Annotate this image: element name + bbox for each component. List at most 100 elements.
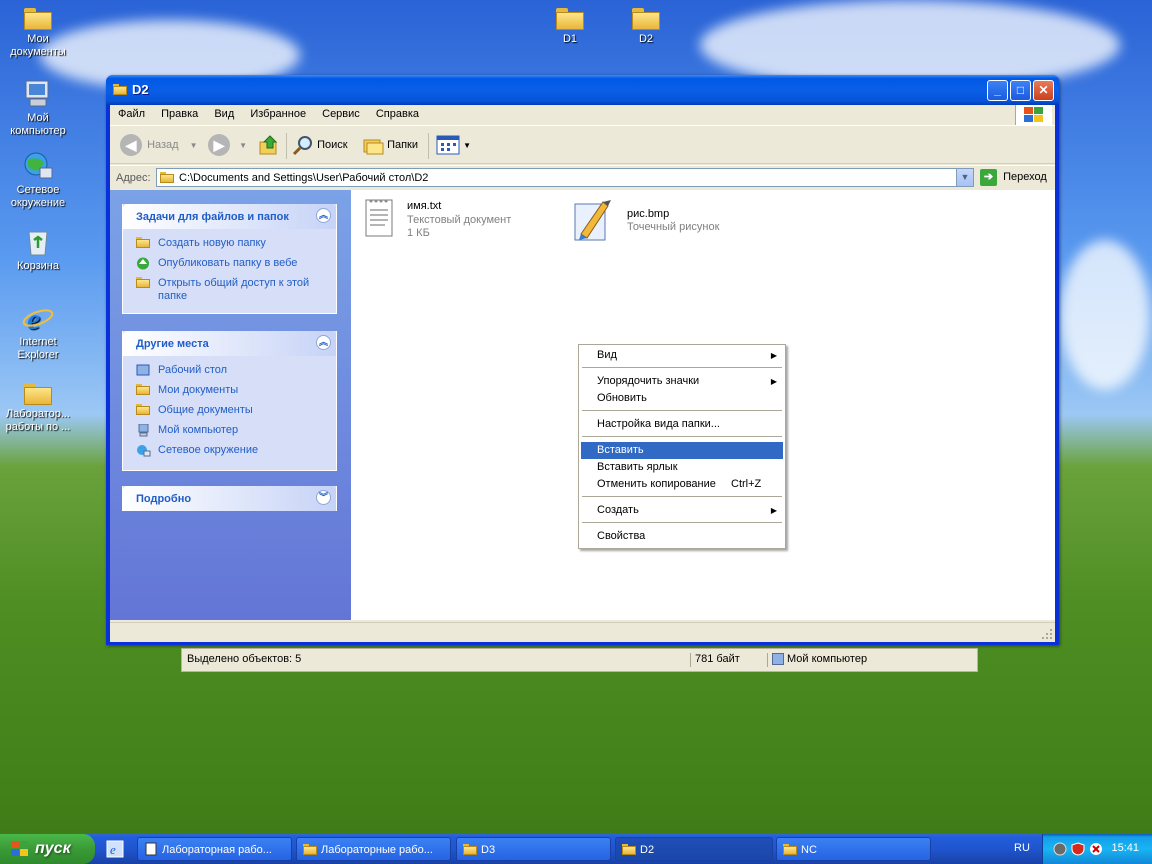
menu-item-refresh[interactable]: Обновить	[581, 390, 783, 407]
go-arrow-icon: ➔	[980, 169, 997, 186]
menu-item-customize-folder[interactable]: Настройка вида папки...	[581, 416, 783, 433]
taskbar-item-lab-doc[interactable]: Лабораторная рабо...	[137, 837, 292, 861]
status-bar	[110, 622, 1055, 642]
address-bar: Адрес: C:\Documents and Settings\User\Ра…	[110, 165, 1055, 190]
menu-item-paste-shortcut[interactable]: Вставить ярлык	[581, 459, 783, 476]
taskbar-item-d2[interactable]: D2	[615, 837, 773, 861]
file-tasks-title: Задачи для файлов и папок	[136, 211, 289, 223]
address-dropdown-button[interactable]: ▼	[956, 169, 973, 186]
task-publish-web[interactable]: Опубликовать папку в вебе	[123, 255, 336, 275]
menu-item-undo-copy[interactable]: Отменить копирование Ctrl+Z	[581, 476, 783, 493]
details-header[interactable]: Подробно ︾	[123, 486, 336, 511]
close-button[interactable]: ✕	[1033, 80, 1054, 101]
tray-network-icon[interactable]	[1053, 842, 1067, 856]
desktop-icon-d2[interactable]: D2	[610, 3, 682, 46]
menu-item-label: Упорядочить значки	[597, 375, 700, 387]
menu-view[interactable]: Вид	[209, 105, 239, 120]
submenu-arrow-icon: ▶	[770, 377, 777, 386]
folder-icon	[160, 172, 174, 183]
back-arrow-icon: ◀	[120, 134, 142, 157]
collapse-icon[interactable]: ︽	[316, 208, 331, 223]
task-label: D2	[640, 844, 655, 856]
menu-edit[interactable]: Правка	[156, 105, 203, 120]
up-folder-icon	[259, 135, 278, 155]
folder-icon	[556, 8, 584, 30]
menu-file[interactable]: Файл	[113, 105, 150, 120]
back-button[interactable]: ◀ Назад ▼	[120, 132, 198, 158]
menu-item-arrange-icons[interactable]: Упорядочить значки ▶	[581, 373, 783, 390]
desktop-icon-my-documents[interactable]: Мои документы	[2, 3, 74, 59]
windows-logo-icon	[1015, 105, 1052, 125]
file-item-bmp[interactable]: рис.bmp Точечный рисунок	[573, 196, 753, 246]
menu-item-paste[interactable]: Вставить	[581, 442, 783, 459]
place-network[interactable]: Сетевое окружение	[123, 442, 336, 462]
quicklaunch-icon[interactable]: e	[106, 840, 124, 858]
details-title: Подробно	[136, 493, 192, 505]
language-indicator[interactable]: RU	[1014, 842, 1030, 854]
folder-icon	[463, 844, 477, 855]
desktop-icon-network[interactable]: Сетевое окружение	[2, 150, 74, 210]
task-label: Открыть общий доступ к этой папке	[158, 277, 310, 302]
address-input[interactable]: C:\Documents and Settings\User\Рабочий с…	[156, 168, 974, 187]
menu-help[interactable]: Справка	[371, 105, 424, 120]
back-label: Назад	[147, 139, 179, 151]
tray-alert-icon[interactable]	[1089, 842, 1103, 856]
menu-tools[interactable]: Сервис	[317, 105, 365, 120]
menu-item-new[interactable]: Создать ▶	[581, 502, 783, 519]
views-button[interactable]: ▼	[436, 132, 471, 158]
my-documents-icon	[136, 384, 151, 397]
bitmap-image-icon	[574, 200, 611, 241]
menu-item-shortcut: Ctrl+Z	[731, 478, 762, 490]
address-value: C:\Documents and Settings\User\Рабочий с…	[179, 172, 429, 184]
search-button[interactable]: Поиск	[292, 132, 348, 158]
file-item-txt[interactable]: имя.txt Текстовый документ 1 КБ	[363, 196, 543, 246]
expand-icon[interactable]: ︾	[316, 490, 331, 505]
submenu-arrow-icon: ▶	[770, 506, 777, 515]
up-folder-button[interactable]	[258, 132, 280, 158]
other-places-header[interactable]: Другие места ︽	[123, 331, 336, 356]
menu-item-label: Отменить копирование	[597, 478, 716, 490]
document-icon	[145, 842, 157, 856]
network-icon	[137, 445, 151, 457]
resize-grip-icon[interactable]	[1041, 628, 1053, 640]
task-new-folder[interactable]: Создать новую папку	[123, 235, 336, 255]
place-my-documents[interactable]: Мои документы	[123, 382, 336, 402]
desktop-icon-label: D1	[562, 33, 578, 45]
taskbar-item-d3[interactable]: D3	[456, 837, 611, 861]
place-my-computer[interactable]: Мой компьютер	[123, 422, 336, 442]
task-share-folder[interactable]: Открыть общий доступ к этой папке	[123, 275, 336, 305]
desktop-icon-internet-explorer[interactable]: e Internet Explorer	[2, 302, 74, 362]
title-bar[interactable]: D2 _ □ ✕	[106, 75, 1059, 105]
menu-item-label: Вид	[597, 349, 617, 361]
go-button[interactable]: ➔ Переход	[980, 169, 1047, 186]
place-shared-documents[interactable]: Общие документы	[123, 402, 336, 422]
place-desktop[interactable]: Рабочий стол	[123, 362, 336, 382]
desktop-icon-lab-folder[interactable]: Лаборатор... работы по ...	[2, 378, 74, 434]
forward-button[interactable]: ▶ ▼	[208, 132, 247, 158]
desktop-icon-recycle-bin[interactable]: Корзина	[2, 226, 74, 273]
internet-explorer-icon: e	[22, 303, 54, 334]
desktop-icon-d1[interactable]: D1	[534, 3, 606, 46]
toolbar: ◀ Назад ▼ ▶ ▼ Поиск Папки ▼	[110, 127, 1055, 164]
minimize-button[interactable]: _	[987, 80, 1008, 101]
file-tasks-header[interactable]: Задачи для файлов и папок ︽	[123, 204, 336, 229]
taskbar-item-nc[interactable]: NC	[776, 837, 931, 861]
file-name: имя.txt	[407, 200, 442, 212]
collapse-icon[interactable]: ︽	[316, 335, 331, 350]
menu-item-properties[interactable]: Свойства	[581, 528, 783, 545]
menu-item-label: Создать	[597, 504, 639, 516]
chevron-down-icon: ▼	[463, 141, 471, 150]
start-button[interactable]: пуск	[0, 834, 95, 864]
desktop-icon-my-computer[interactable]: Мой компьютер	[2, 78, 74, 138]
tray-security-shield-icon[interactable]	[1071, 842, 1085, 856]
taskbar-item-lab-folder[interactable]: Лабораторные рабо...	[296, 837, 451, 861]
folders-button[interactable]: Папки	[362, 132, 418, 158]
maximize-button[interactable]: □	[1010, 80, 1031, 101]
network-icon	[24, 152, 53, 179]
menu-item-view[interactable]: Вид ▶	[581, 347, 783, 364]
share-folder-icon	[136, 277, 151, 290]
menu-separator	[582, 436, 782, 437]
menu-favorites[interactable]: Избранное	[245, 105, 311, 120]
my-computer-small-icon	[772, 653, 784, 666]
task-label: D3	[481, 844, 496, 856]
